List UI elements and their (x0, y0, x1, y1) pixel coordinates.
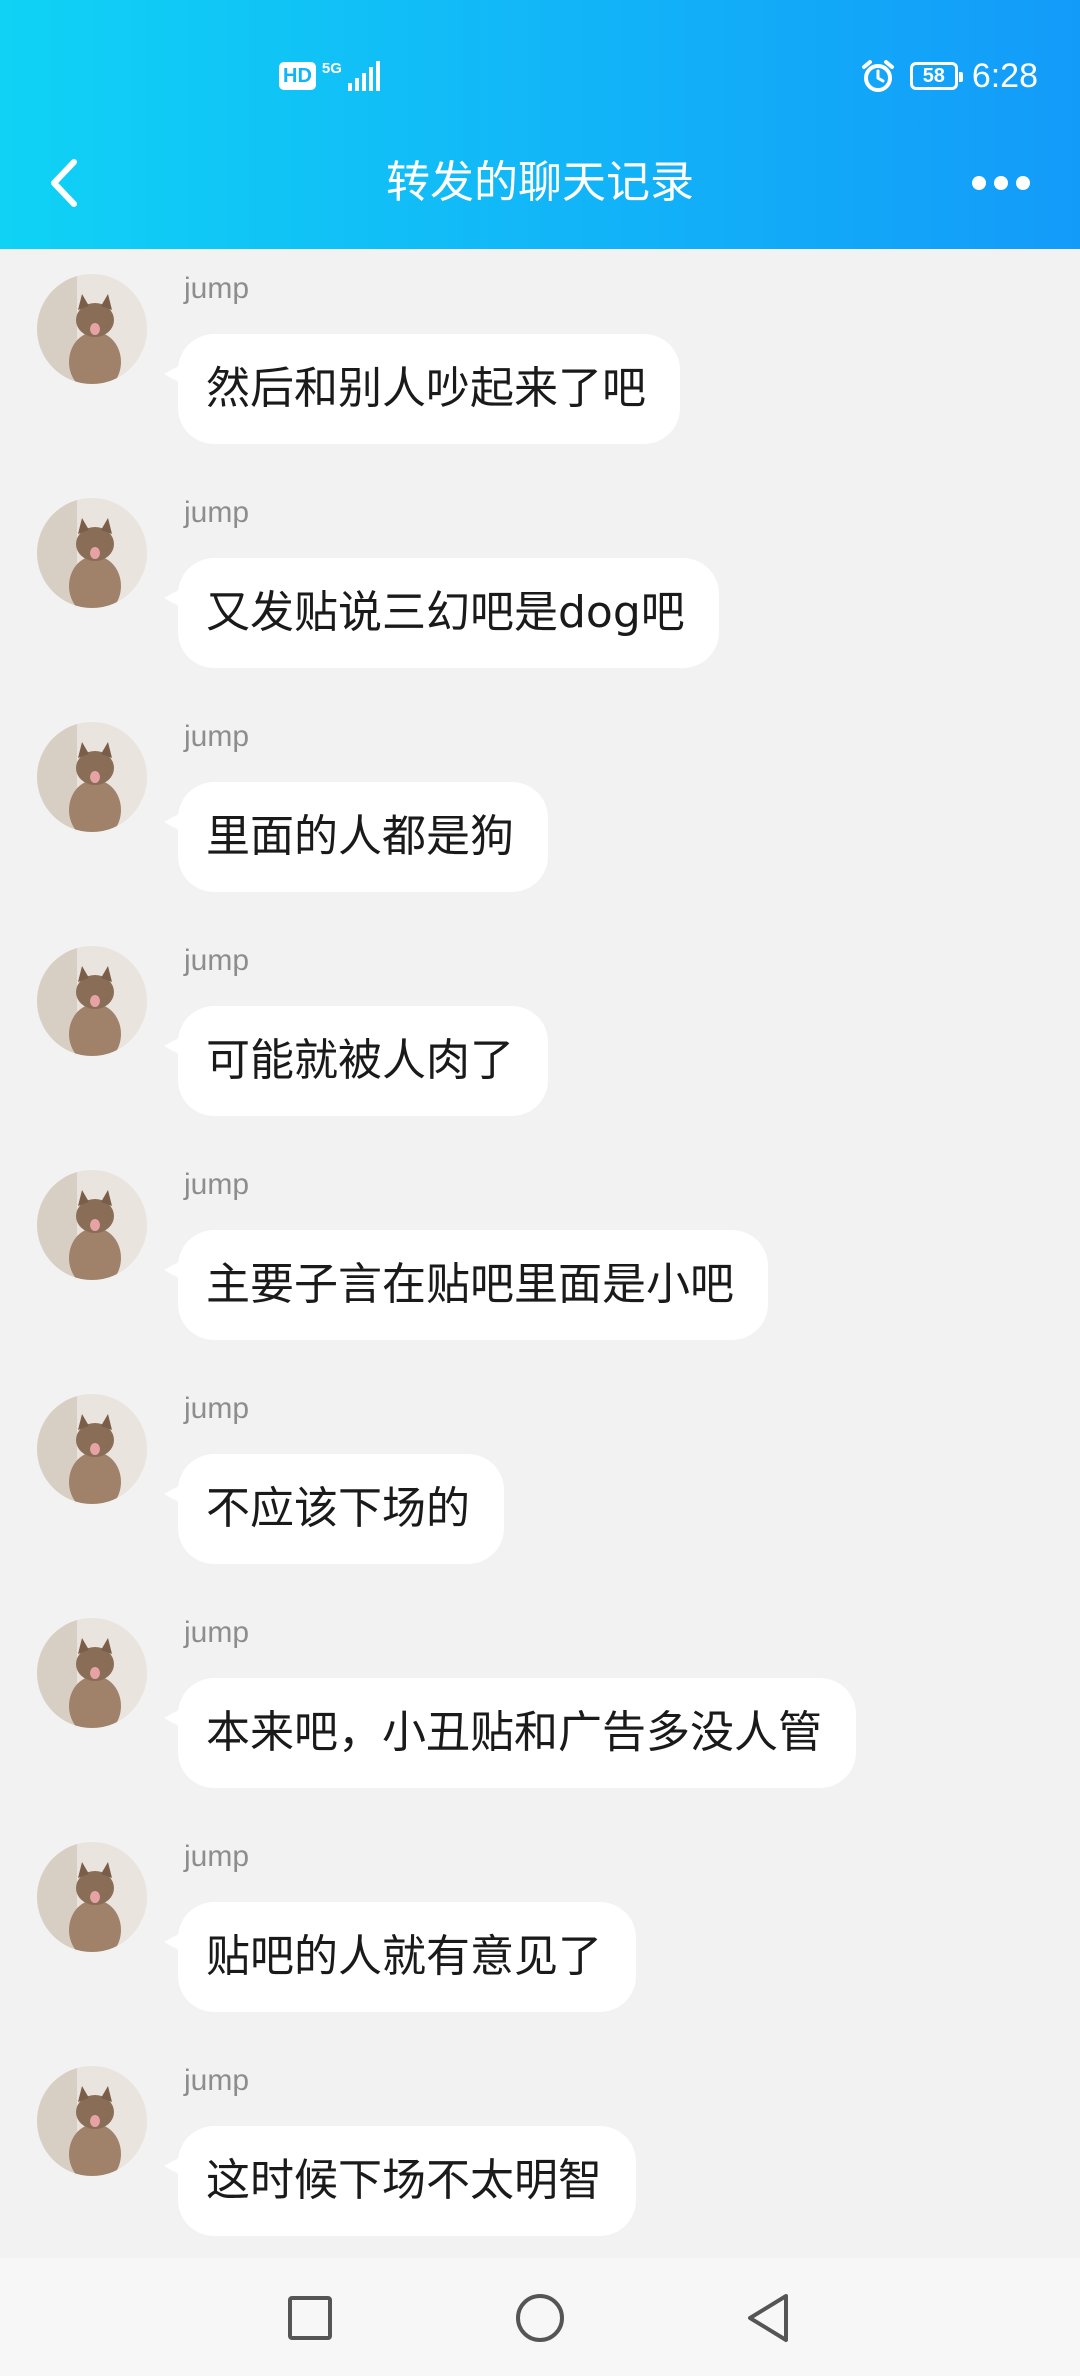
message-bubble[interactable]: 主要子言在贴吧里面是小吧 (164, 1230, 768, 1340)
avatar[interactable] (37, 1394, 147, 1504)
sender-name: jump (184, 272, 250, 305)
message-bubble[interactable]: 然后和别人吵起来了吧 (164, 334, 680, 444)
hd-badge: HD (279, 62, 316, 90)
avatar[interactable] (37, 1170, 147, 1280)
message-bubble[interactable]: 里面的人都是狗 (164, 782, 548, 892)
home-button[interactable] (508, 2286, 572, 2350)
message-bubble[interactable]: 不应该下场的 (164, 1454, 504, 1564)
recents-button[interactable] (278, 2286, 342, 2350)
chat-message: jump 又发贴说三幻吧是dog吧 (0, 496, 1080, 722)
status-bar-left: HD 5G (279, 56, 382, 96)
message-bubble[interactable]: 本来吧，小丑贴和广告多没人管 (164, 1678, 856, 1788)
message-bubble[interactable]: 贴吧的人就有意见了 (164, 1902, 636, 2012)
alarm-icon (861, 60, 894, 92)
app-header: HD 5G 58 6:28 转发的聊天记录 (0, 0, 1080, 249)
chat-message: jump 贴吧的人就有意见了 (0, 1840, 1080, 2066)
square-icon (288, 2296, 332, 2340)
chat-message: jump 这时候下场不太明智 (0, 2064, 1080, 2290)
sender-name: jump (184, 1840, 250, 1873)
more-button[interactable] (968, 160, 1034, 206)
chat-message: jump 不应该下场的 (0, 1392, 1080, 1618)
sender-name: jump (184, 1168, 250, 1201)
chat-message: jump 本来吧，小丑贴和广告多没人管 (0, 1616, 1080, 1842)
battery-indicator: 58 (909, 62, 963, 90)
avatar[interactable] (37, 1618, 147, 1728)
sender-name: jump (184, 2064, 250, 2097)
status-bar-right: 58 6:28 (860, 52, 1038, 100)
status-time: 6:28 (971, 56, 1038, 95)
more-horizontal-icon (972, 176, 1030, 190)
nav-back-button[interactable] (736, 2286, 800, 2350)
sender-name: jump (184, 1616, 250, 1649)
message-bubble[interactable]: 这时候下场不太明智 (164, 2126, 636, 2236)
circle-icon (516, 2294, 564, 2342)
avatar[interactable] (37, 274, 147, 384)
sender-name: jump (184, 944, 250, 977)
message-bubble[interactable]: 又发贴说三幻吧是dog吧 (164, 558, 719, 668)
message-bubble[interactable]: 可能就被人肉了 (164, 1006, 548, 1116)
page-title: 转发的聊天记录 (386, 157, 694, 208)
avatar[interactable] (37, 946, 147, 1056)
sender-name: jump (184, 1392, 250, 1425)
chat-message: jump 主要子言在贴吧里面是小吧 (0, 1168, 1080, 1394)
sender-name: jump (184, 496, 250, 529)
triangle-back-icon (748, 2294, 788, 2342)
sender-name: jump (184, 720, 250, 753)
avatar[interactable] (37, 498, 147, 608)
chat-message: jump 可能就被人肉了 (0, 944, 1080, 1170)
avatar[interactable] (37, 2066, 147, 2176)
signal-icon (347, 61, 380, 91)
avatar[interactable] (37, 722, 147, 832)
system-nav-bar (0, 2258, 1080, 2376)
network-type: 5G (321, 59, 342, 77)
chat-message: jump 然后和别人吵起来了吧 (0, 272, 1080, 498)
chat-message: jump 里面的人都是狗 (0, 720, 1080, 946)
avatar[interactable] (37, 1842, 147, 1952)
